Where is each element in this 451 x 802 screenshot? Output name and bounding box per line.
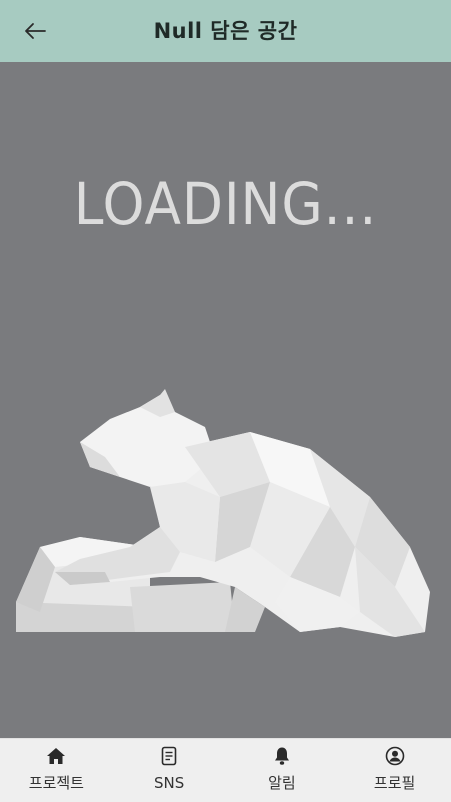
- document-icon: [158, 745, 180, 767]
- nav-label-notifications: 알림: [268, 774, 296, 792]
- nav-item-project[interactable]: 프로젝트: [0, 739, 113, 802]
- arrow-left-icon: [25, 23, 46, 39]
- top-app-bar: Null 담은 공간: [0, 0, 451, 62]
- bell-icon: [271, 745, 293, 767]
- loading-screen: LOADING...: [0, 62, 451, 738]
- nav-item-profile[interactable]: 프로필: [338, 739, 451, 802]
- nav-item-notifications[interactable]: 알림: [226, 739, 339, 802]
- app-root: Null 담은 공간 LOADING... 프로젝트 SNS 알림 프로필: [0, 0, 451, 802]
- nav-item-sns[interactable]: SNS: [113, 739, 226, 802]
- bottom-navigation: 프로젝트 SNS 알림 프로필: [0, 738, 451, 802]
- nav-label-sns: SNS: [153, 774, 185, 792]
- home-icon: [45, 745, 67, 767]
- loading-text: LOADING...: [73, 170, 378, 238]
- back-button[interactable]: [18, 15, 52, 47]
- bear-sculpture-image: [16, 389, 430, 637]
- user-circle-icon: [384, 745, 406, 767]
- page-title: Null 담은 공간: [153, 19, 298, 43]
- nav-label-profile: 프로필: [373, 774, 416, 792]
- nav-label-project: 프로젝트: [28, 774, 84, 792]
